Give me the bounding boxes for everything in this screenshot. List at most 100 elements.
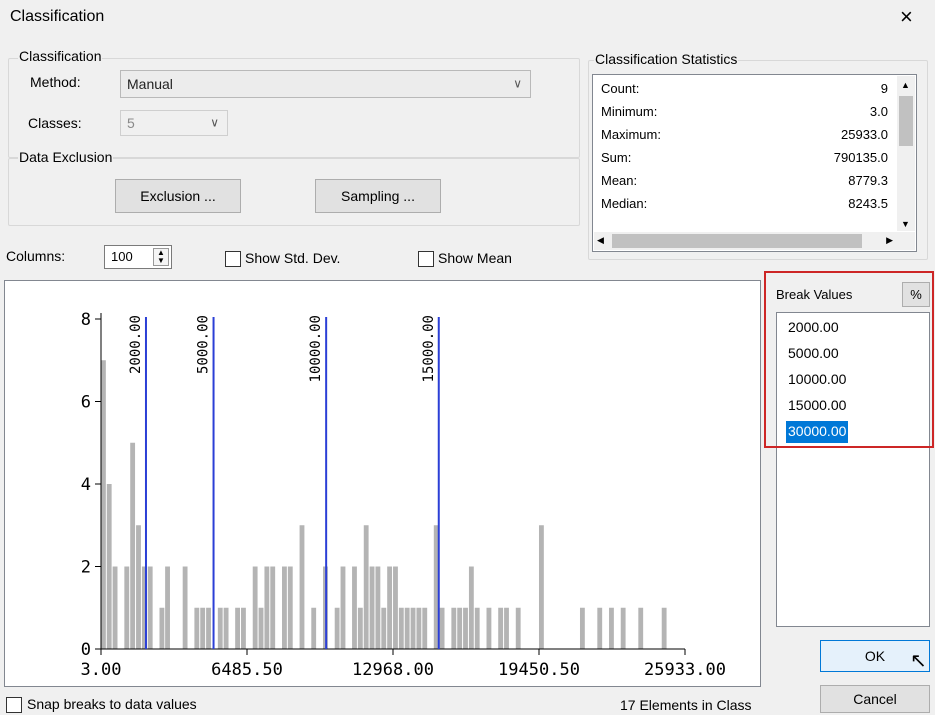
histogram-bar: [287, 566, 293, 649]
scroll-thumb[interactable]: [899, 96, 913, 146]
exclusion-button[interactable]: Exclusion ...: [115, 179, 241, 213]
sampling-button[interactable]: Sampling ...: [315, 179, 441, 213]
show-std-dev-label: Show Std. Dev.: [245, 250, 341, 266]
stat-label: Sum:: [601, 150, 632, 165]
statistics-legend: Classification Statistics: [594, 51, 739, 67]
window-title: Classification: [10, 8, 105, 25]
show-std-dev-checkbox[interactable]: [225, 251, 241, 267]
mouse-cursor-icon: ↖: [910, 650, 927, 672]
histogram-bar: [258, 607, 264, 649]
histogram-bar: [463, 607, 468, 649]
histogram-bar: [486, 607, 492, 649]
columns-spinner[interactable]: 100 ▲ ▼: [104, 245, 172, 269]
chevron-down-icon: ∨: [210, 115, 219, 130]
show-mean-label: Show Mean: [438, 250, 512, 266]
scroll-right-icon[interactable]: ▶: [886, 235, 893, 246]
y-tick-label: 4: [81, 475, 91, 495]
x-tick-label: 25933.00: [644, 660, 726, 680]
histogram-bar: [538, 525, 544, 649]
classes-label: Classes:: [28, 115, 82, 131]
classes-value: 5: [127, 115, 135, 131]
stat-label: Median:: [601, 196, 648, 211]
data-exclusion-group: [8, 158, 580, 226]
histogram-bar: [206, 607, 211, 649]
histogram-bar: [597, 607, 603, 649]
stat-row-mean: Mean: 8779.3: [601, 173, 888, 195]
x-tick-label: 3.00: [81, 660, 122, 680]
break-value-item[interactable]: 2000.00: [786, 317, 841, 339]
histogram-bar: [393, 566, 398, 649]
histogram-bar: [311, 607, 317, 649]
histogram-bar: [457, 607, 463, 649]
histogram-bar: [200, 607, 206, 649]
break-values-header: Break Values %: [770, 281, 930, 308]
classification-legend: Classification: [18, 48, 103, 64]
stat-value: 8243.5: [848, 196, 888, 211]
spinner-arrows-icon[interactable]: ▲ ▼: [153, 248, 169, 266]
stat-row-minimum: Minimum: 3.0: [601, 104, 888, 126]
histogram-bar: [101, 360, 106, 649]
histogram-bar: [363, 525, 369, 649]
histogram-bar: [381, 607, 387, 649]
histogram-bar: [422, 607, 428, 649]
histogram-bar: [579, 607, 585, 649]
histogram-bar: [130, 442, 136, 649]
x-tick-label: 12968.00: [352, 660, 434, 680]
histogram-bar: [165, 566, 170, 649]
columns-value: 100: [111, 249, 133, 264]
method-dropdown[interactable]: Manual ∨: [120, 70, 531, 98]
method-value: Manual: [127, 76, 173, 92]
x-tick-label: 6485.50: [211, 660, 283, 680]
chevron-down-icon: ∨: [513, 76, 522, 91]
histogram-bar: [375, 566, 381, 649]
cancel-button[interactable]: Cancel: [820, 685, 930, 713]
histogram-bar: [638, 607, 644, 649]
break-values-list[interactable]: 2000.00 5000.00 10000.00 15000.00 30000.…: [776, 312, 930, 627]
stat-value: 3.0: [869, 104, 888, 119]
histogram-bar: [270, 566, 276, 649]
scroll-left-icon[interactable]: ◀: [597, 235, 604, 246]
histogram-bar: [661, 607, 667, 649]
y-tick-label: 0: [81, 640, 91, 660]
statistics-list[interactable]: Count: 9 Minimum: 3.0 Maximum: 25933.0 Sum:…: [592, 74, 917, 252]
x-tick-label: 19450.50: [498, 660, 580, 680]
histogram-bar: [504, 607, 509, 649]
histogram-panel[interactable]: 0 2 4 6 8 3.00 6485.50 12968.00 19450.50 25933.00…: [4, 280, 761, 687]
stat-label: Minimum:: [601, 104, 658, 119]
histogram-bar: [334, 607, 340, 649]
histogram-bar: [106, 484, 112, 649]
histogram-bar: [282, 566, 287, 649]
histogram-bar: [498, 607, 504, 649]
histogram-bar: [223, 607, 229, 649]
histogram-bar: [112, 566, 118, 649]
histogram-bar: [410, 607, 416, 649]
break-value-item[interactable]: 10000.00: [786, 369, 848, 391]
histogram-bar: [299, 525, 305, 649]
scroll-thumb[interactable]: [612, 234, 862, 248]
scroll-up-icon[interactable]: ▲: [901, 80, 910, 90]
show-mean-checkbox[interactable]: [418, 251, 434, 267]
scroll-down-icon[interactable]: ▼: [901, 219, 910, 229]
histogram-bar: [416, 607, 422, 649]
histogram-chart[interactable]: 0 2 4 6 8 3.00 6485.50 12968.00 19450.50 25933.00…: [5, 281, 760, 686]
histogram-bar: [352, 566, 357, 649]
percent-button[interactable]: %: [902, 282, 930, 307]
histogram-bar: [404, 607, 410, 649]
vertical-scrollbar[interactable]: ▲ ▼: [897, 76, 915, 231]
stat-label: Maximum:: [601, 127, 661, 142]
y-tick-label: 6: [81, 393, 91, 413]
histogram-bar: [194, 607, 200, 649]
histogram-bar: [235, 607, 241, 649]
histogram-bar: [474, 607, 480, 649]
histogram-bar: [147, 566, 153, 649]
close-icon[interactable]: ×: [900, 4, 913, 30]
break-value-item[interactable]: 15000.00: [786, 395, 848, 417]
histogram-bar: [369, 566, 375, 649]
histogram-bar: [252, 566, 258, 649]
snap-breaks-checkbox[interactable]: [6, 697, 22, 713]
horizontal-scrollbar[interactable]: ◀ ▶: [594, 232, 915, 250]
stat-value: 25933.0: [841, 127, 888, 142]
histogram-bar: [136, 525, 141, 649]
break-value-item[interactable]: 5000.00: [786, 343, 841, 365]
break-value-item-selected[interactable]: 30000.00: [786, 421, 849, 443]
